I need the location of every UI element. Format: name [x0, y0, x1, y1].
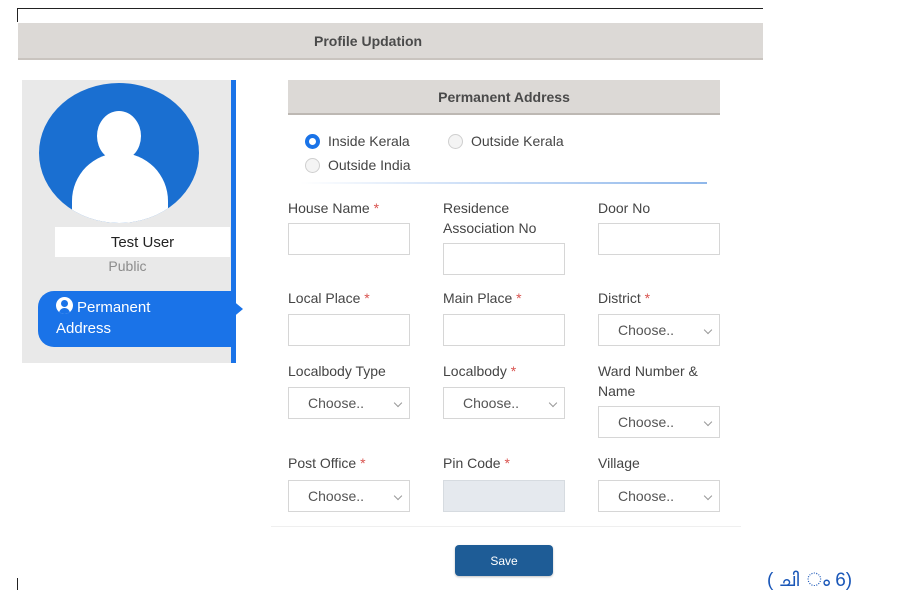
house-name-input[interactable] [288, 223, 410, 255]
figure-caption: ( ചി ം 6) [767, 570, 853, 591]
label-text-line2: Association No [443, 220, 537, 236]
user-name: Test User [110, 233, 175, 251]
select-value: Choose.. [308, 488, 365, 504]
house-name-label: House Name * [288, 198, 379, 218]
section-title: Permanent Address [438, 88, 570, 105]
frame-border-left-bottom [17, 578, 18, 590]
label-text: Local Place [288, 290, 361, 306]
page-header: Profile Updation [18, 23, 763, 60]
save-button[interactable]: Save [455, 545, 553, 576]
post-office-label: Post Office * [288, 453, 366, 473]
avatar-head-shape [97, 111, 141, 161]
page-title: Profile Updation [314, 32, 423, 49]
chevron-down-icon [548, 398, 558, 408]
label-text: Localbody Type [288, 363, 386, 379]
avatar-body-shape [72, 153, 168, 223]
post-office-select[interactable]: Choose.. [288, 480, 410, 512]
pin-code-label: Pin Code * [443, 453, 510, 473]
required-mark: * [360, 455, 366, 471]
chevron-down-icon [393, 398, 403, 408]
chevron-down-icon [703, 491, 713, 501]
avatar-icon [39, 83, 199, 223]
radio-unchecked-icon [305, 157, 320, 173]
main-place-input[interactable] [443, 314, 565, 346]
residence-association-label: Residence Association No [443, 198, 536, 238]
village-label: Village [598, 453, 640, 473]
district-select[interactable]: Choose.. [598, 314, 720, 346]
select-value: Choose.. [308, 395, 365, 411]
district-label: District * [598, 288, 650, 308]
radio-outside-india[interactable]: Outside India [305, 157, 411, 173]
main-place-label: Main Place * [443, 288, 522, 308]
localbody-type-label: Localbody Type [288, 361, 386, 381]
user-role: Public [108, 258, 147, 274]
ward-label: Ward Number & Name [598, 361, 698, 401]
frame-border-left [17, 8, 18, 22]
required-mark: * [504, 455, 510, 471]
radio-label: Outside India [328, 157, 411, 173]
label-text: Pin Code [443, 455, 501, 471]
required-mark: * [373, 200, 380, 216]
select-value: Choose.. [463, 395, 520, 411]
select-value: Choose.. [618, 414, 675, 430]
label-text: Post Office [288, 455, 357, 471]
user-name-box: Test User [55, 227, 230, 257]
active-indicator-arrow [231, 299, 243, 319]
select-value: Choose.. [618, 322, 675, 338]
label-text: House Name [288, 200, 370, 216]
label-text-line2: Name [598, 383, 636, 399]
local-place-input[interactable] [288, 314, 410, 346]
label-text: Localbody [443, 363, 507, 379]
required-mark: * [516, 290, 522, 306]
required-mark: * [510, 363, 517, 379]
residence-association-input[interactable] [443, 243, 565, 275]
local-place-label: Local Place * [288, 288, 370, 308]
chevron-down-icon [703, 417, 713, 427]
label-text: Main Place [443, 290, 513, 306]
required-mark: * [364, 290, 370, 306]
section-header: Permanent Address [288, 80, 720, 115]
radio-label: Inside Kerala [328, 133, 410, 149]
localbody-type-select[interactable]: Choose.. [288, 387, 410, 419]
label-text: Village [598, 455, 640, 471]
village-select[interactable]: Choose.. [598, 480, 720, 512]
radio-label: Outside Kerala [471, 133, 564, 149]
radio-checked-icon [305, 133, 320, 149]
radio-outside-kerala[interactable]: Outside Kerala [448, 133, 564, 149]
user-circle-icon [56, 297, 73, 314]
radio-inside-kerala[interactable]: Inside Kerala [305, 133, 410, 149]
label-text-line1: Residence [443, 200, 510, 216]
sidebar-item-permanent-address[interactable]: Permanent Address [38, 291, 231, 347]
label-text: District [598, 290, 641, 306]
ward-select[interactable]: Choose.. [598, 406, 720, 438]
chevron-down-icon [393, 491, 403, 501]
localbody-label: Localbody * [443, 361, 516, 381]
pin-code-input [443, 480, 565, 512]
door-no-label: Door No [598, 198, 650, 218]
sidebar-item-label-line1: Permanent [77, 299, 151, 316]
label-text-line1: Ward Number & [598, 363, 698, 379]
select-value: Choose.. [618, 488, 675, 504]
radio-unchecked-icon [448, 133, 463, 149]
label-text: Door No [598, 200, 651, 216]
door-no-input[interactable] [598, 223, 720, 255]
sidebar-accent-rule [231, 80, 236, 363]
localbody-select[interactable]: Choose.. [443, 387, 565, 419]
chevron-down-icon [703, 325, 713, 335]
required-mark: * [644, 290, 651, 306]
divider [300, 182, 707, 184]
frame-border-top [17, 8, 763, 9]
sidebar-item-label-line2: Address [56, 320, 112, 337]
